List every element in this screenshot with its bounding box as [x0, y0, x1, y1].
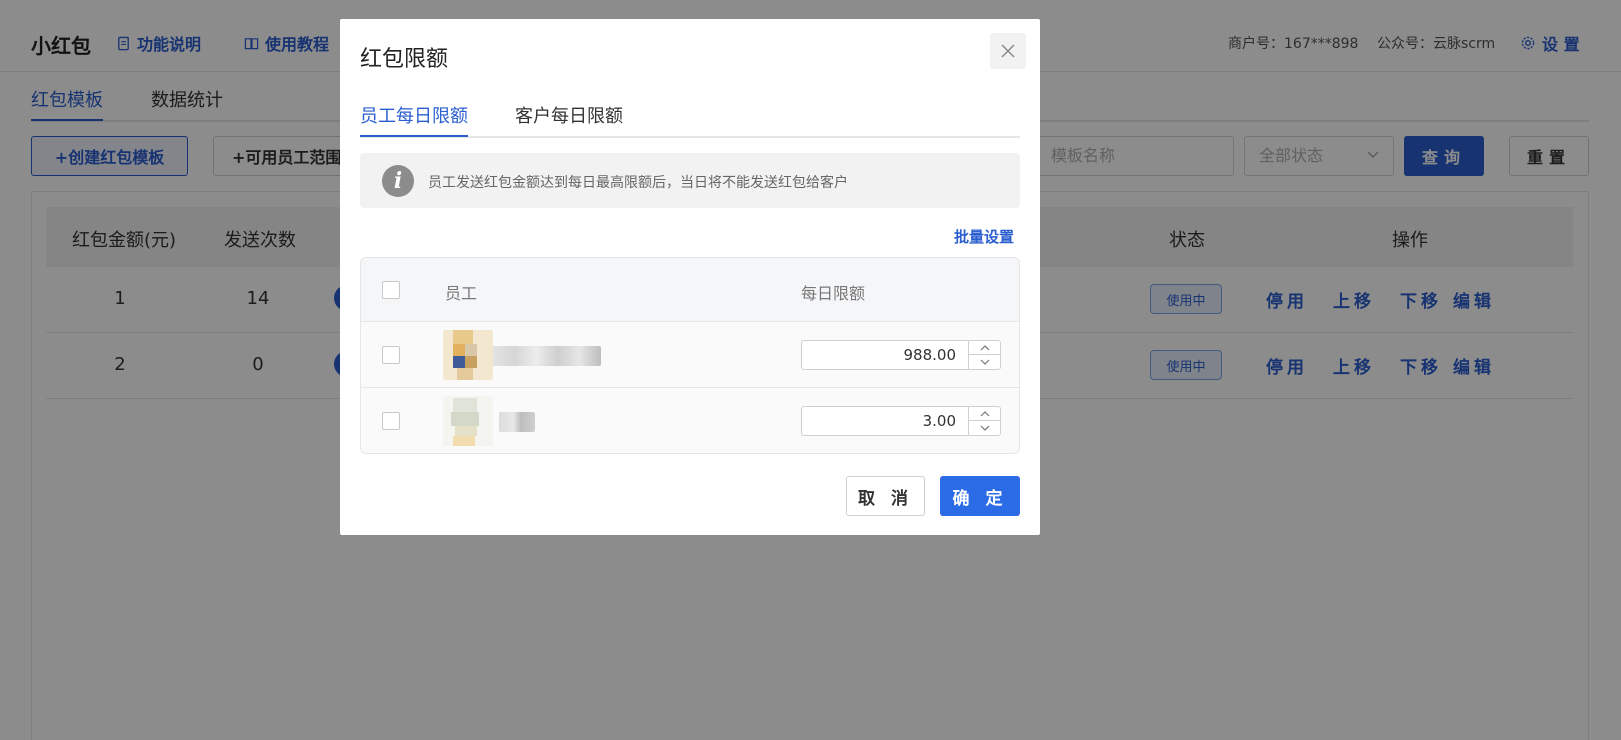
confirm-button[interactable]: 确 定: [940, 476, 1020, 516]
daily-limit-input[interactable]: 988.00: [801, 340, 1001, 370]
table-row: 3.00: [361, 388, 1019, 453]
chevron-up-icon: [980, 344, 989, 350]
increment-button[interactable]: [969, 407, 1000, 421]
employee-name: [499, 412, 535, 432]
daily-limit-value: 3.00: [922, 412, 956, 430]
close-button[interactable]: [990, 33, 1026, 69]
cancel-button[interactable]: 取 消: [846, 476, 925, 516]
col-daily-limit: 每日限额: [801, 284, 866, 303]
row-checkbox[interactable]: [382, 412, 400, 430]
decrement-button[interactable]: [969, 421, 1000, 435]
select-all-checkbox[interactable]: [382, 281, 400, 299]
tab-customer-daily-limit[interactable]: 客户每日限额: [515, 102, 623, 128]
notice-banner: i 员工发送红包金额达到每日最高限额后，当日将不能发送红包给客户: [360, 153, 1020, 208]
avatar: [443, 330, 493, 380]
daily-limit-value: 988.00: [903, 346, 957, 364]
limit-stepper: [968, 341, 1000, 369]
notice-text: 员工发送红包金额达到每日最高限额后，当日将不能发送红包给客户: [428, 175, 848, 191]
increment-button[interactable]: [969, 341, 1000, 355]
employee-table-header: 员工 每日限额: [361, 258, 1019, 322]
info-icon: i: [382, 165, 414, 197]
daily-limit-input[interactable]: 3.00: [801, 406, 1001, 436]
modal-tabs: 员工每日限额 客户每日限额: [360, 99, 1020, 138]
avatar: [443, 396, 493, 446]
employee-limit-table: 员工 每日限额 988.00 3.00: [360, 257, 1020, 454]
chevron-down-icon: [980, 359, 989, 365]
close-icon: [1001, 44, 1015, 58]
modal-title: 红包限额: [360, 47, 449, 72]
employee-name: [493, 346, 601, 366]
row-checkbox[interactable]: [382, 346, 400, 364]
chevron-down-icon: [980, 425, 989, 431]
limit-stepper: [968, 407, 1000, 435]
table-row: 988.00: [361, 322, 1019, 388]
tab-employee-daily-limit[interactable]: 员工每日限额: [360, 102, 468, 137]
col-employee: 员工: [445, 284, 478, 303]
decrement-button[interactable]: [969, 355, 1000, 369]
red-packet-limit-modal: 红包限额 员工每日限额 客户每日限额 i 员工发送红包金额达到每日最高限额后，当…: [340, 19, 1040, 535]
batch-set-link[interactable]: 批量设置: [954, 226, 1014, 247]
chevron-up-icon: [980, 410, 989, 416]
